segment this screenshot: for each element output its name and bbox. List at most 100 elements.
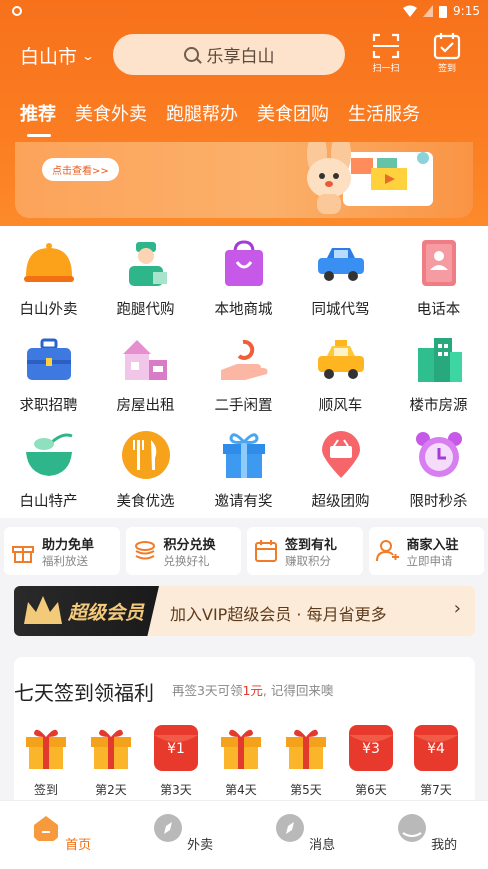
- compass-icon: [275, 814, 304, 842]
- gift-icon: [221, 729, 261, 769]
- calendar-check-icon: [433, 33, 461, 60]
- tab-food-delivery[interactable]: 美食外卖: [75, 100, 147, 126]
- grid-item-label: 顺风车: [318, 398, 363, 414]
- red-packet-amount: ¥1: [167, 741, 185, 757]
- grid-item-phonebook[interactable]: 电话本: [390, 236, 487, 319]
- notification-icon: [12, 6, 22, 16]
- red-packet-icon: ¥3: [349, 725, 393, 771]
- grid-item-mall[interactable]: 本地商城: [195, 236, 292, 319]
- quick-merchant-join[interactable]: 商家入驻 立即申请: [368, 527, 484, 575]
- checkin-day[interactable]: 第2天: [83, 723, 139, 798]
- vip-banner[interactable]: 超级会员 加入VIP超级会员 · 每月省更多 ›: [14, 586, 475, 636]
- tab-recommend[interactable]: 推荐: [20, 100, 56, 137]
- day-label: 第6天: [355, 783, 387, 797]
- scan-button[interactable]: 扫一扫: [366, 32, 406, 78]
- checkin-subtitle-prefix: 再签3天可领: [172, 683, 243, 698]
- grid-item-rent[interactable]: 房屋出租: [97, 332, 194, 415]
- grid-item-label: 二手闲置: [214, 398, 273, 414]
- checkin-day[interactable]: ¥4 第7天: [408, 723, 464, 798]
- red-packet-amount: ¥4: [427, 741, 445, 757]
- day-label: 第2天: [95, 783, 127, 797]
- vip-text: 加入VIP超级会员 · 每月省更多: [170, 605, 387, 624]
- quick-checkin-gift[interactable]: 签到有礼 赚取积分: [247, 527, 363, 575]
- nav-takeout[interactable]: 外卖: [122, 801, 244, 869]
- grid-item-realestate[interactable]: 楼市房源: [390, 332, 487, 415]
- red-packet-icon: ¥4: [414, 725, 458, 771]
- nav-messages[interactable]: 消息: [244, 801, 366, 869]
- checkin-day[interactable]: 签到: [18, 723, 74, 798]
- alarm-clock-icon: [412, 428, 466, 482]
- red-packet-icon: ¥1: [154, 725, 198, 771]
- grid-item-driver[interactable]: 同城代驾: [292, 236, 389, 319]
- day-label: 第5天: [290, 783, 322, 797]
- city-selector[interactable]: 白山市 ⌄: [20, 42, 96, 69]
- nav-label: 外卖: [187, 838, 214, 853]
- calendar-icon: [255, 540, 277, 562]
- checkin-day[interactable]: ¥1 第3天: [148, 723, 204, 798]
- grid-item-invite[interactable]: 邀请有奖: [195, 428, 292, 511]
- banner-button[interactable]: 点击查看>>: [42, 158, 119, 181]
- quick-title: 商家入驻: [406, 537, 459, 553]
- checkin-subtitle-suffix: , 记得回来噢: [262, 683, 334, 698]
- profile-icon: [397, 814, 426, 842]
- nav-label: 我的: [431, 838, 458, 853]
- quick-points-exchange[interactable]: 积分兑换 兑换好礼: [125, 527, 241, 575]
- grid-item-groupbuy[interactable]: 超级团购: [292, 428, 389, 511]
- grid-item-label: 超级团购: [311, 494, 370, 510]
- quick-title: 助力免单: [42, 537, 95, 553]
- grid-item-food-select[interactable]: 美食优选: [97, 428, 194, 511]
- grid-item-carpool[interactable]: 顺风车: [292, 332, 389, 415]
- grid-item-errand[interactable]: 跑腿代购: [97, 236, 194, 319]
- wifi-icon: [403, 5, 418, 17]
- status-bar: 9:15: [0, 0, 488, 22]
- food-cover-icon: [22, 236, 76, 290]
- fork-knife-icon: [119, 428, 173, 482]
- checkin-day[interactable]: ¥3 第6天: [343, 723, 399, 798]
- quick-subtitle: 赚取积分: [285, 553, 331, 568]
- chevron-down-icon: ⌄: [81, 48, 96, 63]
- grid-item-label: 白山外卖: [19, 302, 78, 318]
- courier-icon: [119, 236, 173, 290]
- nav-home[interactable]: 首页: [0, 801, 122, 869]
- nav-profile[interactable]: 我的: [366, 801, 488, 869]
- signal-icon: [423, 5, 434, 17]
- grid-item-secondhand[interactable]: 二手闲置: [195, 332, 292, 415]
- red-packet-amount: ¥3: [362, 741, 380, 757]
- tab-group-buy[interactable]: 美食团购: [257, 100, 329, 126]
- grid-item-takeout[interactable]: 白山外卖: [0, 236, 97, 319]
- grid-item-label: 跑腿代购: [116, 302, 175, 318]
- coins-icon: [134, 541, 155, 560]
- tab-errand[interactable]: 跑腿帮办: [166, 100, 238, 126]
- checkin-button[interactable]: 签到: [427, 32, 467, 78]
- day-label: 第7天: [420, 783, 452, 797]
- header: 白山市 ⌄ 乐享白山 扫一扫 签到: [0, 32, 488, 76]
- quick-title: 积分兑换: [163, 537, 216, 553]
- bunny-illustration-icon: [307, 142, 433, 214]
- grid-item-flashsale[interactable]: 限时秒杀: [390, 428, 487, 511]
- grid-item-label: 邀请有奖: [214, 494, 273, 510]
- search-bar[interactable]: 乐享白山: [113, 34, 345, 75]
- city-name: 白山市: [20, 46, 78, 68]
- gift-icon: [217, 428, 271, 482]
- checkin-amount: 1元: [242, 683, 263, 698]
- quick-free-order[interactable]: 助力免单 福利放送: [4, 527, 120, 575]
- gift-icon: [26, 729, 66, 769]
- checkin-day[interactable]: 第5天: [278, 723, 334, 798]
- location-basket-icon: [314, 428, 368, 482]
- gift-icon: [91, 729, 131, 769]
- hand-recycle-icon: [217, 332, 271, 386]
- day-label: 第3天: [160, 783, 192, 797]
- gift-icon: [286, 729, 326, 769]
- checkin-day[interactable]: 第4天: [213, 723, 269, 798]
- grid-item-jobs[interactable]: 求职招聘: [0, 332, 97, 415]
- shopping-bag-icon: [217, 236, 271, 290]
- tab-life-service[interactable]: 生活服务: [348, 100, 420, 126]
- quick-subtitle: 兑换好礼: [163, 553, 210, 568]
- grid-item-specialty[interactable]: 白山特产: [0, 428, 97, 511]
- service-grid: 白山外卖 跑腿代购 本地商城 同城代驾 电话本 求职招聘 房屋出租 二手闲置 顺…: [0, 226, 488, 518]
- bowl-icon: [22, 428, 76, 482]
- top-section: 9:15 白山市 ⌄ 乐享白山 扫一扫 签到 推荐 美食外卖 跑腿帮办 美食团购…: [0, 0, 488, 226]
- nav-label: 首页: [65, 838, 92, 853]
- bottom-nav: 首页 外卖 消息 我的: [0, 800, 488, 869]
- promo-banner[interactable]: 点击查看>>: [15, 142, 473, 218]
